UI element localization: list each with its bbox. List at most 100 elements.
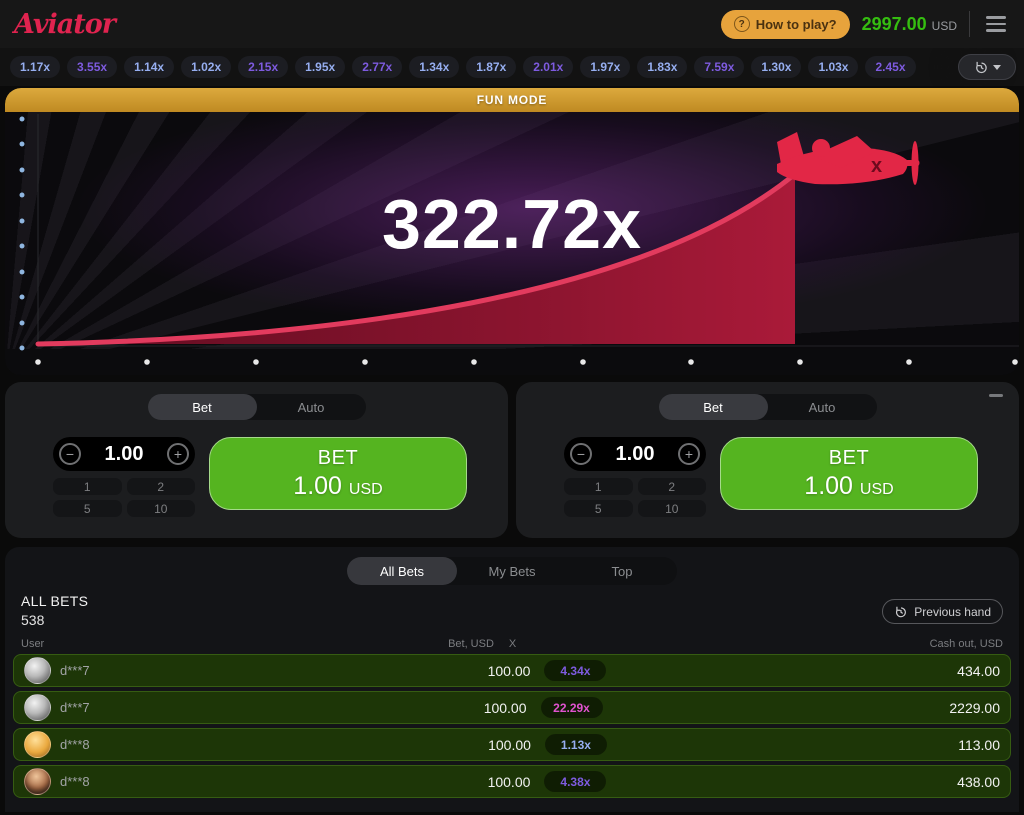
- balance-amount: 2997.00: [862, 14, 927, 35]
- bet-button[interactable]: BET 1.00 USD: [720, 437, 978, 510]
- quick-amount-1[interactable]: 1: [53, 478, 122, 495]
- table-header: User Bet, USD X Cash out, USD: [5, 628, 1019, 654]
- balance-currency: USD: [932, 19, 957, 33]
- tab-auto[interactable]: Auto: [257, 394, 366, 420]
- menu-icon[interactable]: [982, 12, 1010, 36]
- avatar: [24, 657, 51, 684]
- divider: [969, 11, 970, 37]
- increase-button[interactable]: +: [167, 443, 189, 465]
- bottom-axis-band: [5, 349, 1019, 375]
- balance: 2997.00 USD: [862, 14, 957, 35]
- avatar: [24, 768, 51, 795]
- amount-value[interactable]: 1.00: [616, 443, 655, 466]
- tab-my-bets[interactable]: My Bets: [457, 557, 567, 585]
- row-username: d***8: [60, 774, 90, 789]
- history-chip[interactable]: 1.97x: [580, 56, 630, 78]
- row-username: d***8: [60, 737, 90, 752]
- row-bet: 100.00: [441, 737, 531, 753]
- history-chip[interactable]: 3.55x: [67, 56, 117, 78]
- bet-button-label: BET: [829, 447, 869, 470]
- history-chip[interactable]: 2.77x: [352, 56, 402, 78]
- row-cashout: 438.00: [957, 774, 1000, 790]
- bets-section: All Bets My Bets Top ALL BETS 538 Previo…: [5, 547, 1019, 812]
- bet-button-amount: 1.00: [293, 472, 342, 500]
- current-multiplier: 322.72x: [5, 184, 1019, 264]
- history-chip[interactable]: 1.95x: [295, 56, 345, 78]
- history-chip[interactable]: 1.87x: [466, 56, 516, 78]
- history-chip[interactable]: 7.59x: [694, 56, 744, 78]
- bet-button-currency: USD: [349, 481, 383, 498]
- avatar: [24, 694, 51, 721]
- tab-bet[interactable]: Bet: [148, 394, 257, 420]
- table-row: d***8 100.00 4.38x 438.00: [13, 765, 1011, 798]
- avatar: [24, 731, 51, 758]
- col-cashout: Cash out, USD: [930, 638, 1003, 650]
- header-right: ? How to play? 2997.00 USD: [721, 10, 1010, 39]
- row-username: d***7: [60, 700, 90, 715]
- quick-amount-10[interactable]: 10: [127, 500, 196, 517]
- tab-all-bets[interactable]: All Bets: [347, 557, 457, 585]
- history-chip[interactable]: 2.45x: [865, 56, 915, 78]
- row-multiplier-chip: 4.34x: [544, 660, 606, 681]
- history-dropdown-button[interactable]: [958, 54, 1016, 80]
- history-chip[interactable]: 1.17x: [10, 56, 60, 78]
- history-chip[interactable]: 1.02x: [181, 56, 231, 78]
- quick-amount-1[interactable]: 1: [564, 478, 633, 495]
- quick-amounts: 1 2 5 10: [53, 478, 195, 517]
- row-multiplier-chip: 4.38x: [544, 771, 606, 792]
- remove-panel-icon[interactable]: [989, 394, 1003, 397]
- bets-tabs: All Bets My Bets Top: [347, 557, 677, 585]
- decrease-button[interactable]: −: [59, 443, 81, 465]
- bet-button-currency: USD: [860, 481, 894, 498]
- amount-stepper: − 1.00 +: [564, 437, 706, 471]
- quick-amounts: 1 2 5 10: [564, 478, 706, 517]
- table-row: d***7 100.00 4.34x 434.00: [13, 654, 1011, 687]
- bet-button-amount: 1.00: [804, 472, 853, 500]
- row-multiplier-chip: 1.13x: [545, 734, 607, 755]
- row-cashout: 2229.00: [949, 700, 1000, 716]
- bet-panel-2: Bet Auto − 1.00 + 1 2 5 10 BET: [516, 382, 1019, 538]
- fun-mode-banner: FUN MODE: [5, 88, 1019, 112]
- history-chip[interactable]: 1.14x: [124, 56, 174, 78]
- tab-bet[interactable]: Bet: [659, 394, 768, 420]
- history-clock-icon: [894, 605, 908, 619]
- svg-text:x: x: [871, 155, 882, 177]
- quick-amount-2[interactable]: 2: [127, 478, 196, 495]
- all-bets-count: 538: [21, 612, 1003, 628]
- how-to-play-label: How to play?: [756, 17, 837, 32]
- top-bar: Aviator ? How to play? 2997.00 USD: [0, 0, 1024, 48]
- how-to-play-button[interactable]: ? How to play?: [721, 10, 850, 39]
- bet-mode-tabs: Bet Auto: [148, 394, 366, 420]
- row-username: d***7: [60, 663, 90, 678]
- multiplier-history: 1.17x 3.55x 1.14x 1.02x 2.15x 1.95x 2.77…: [0, 48, 1024, 86]
- bet-panels: Bet Auto − 1.00 + 1 2 5 10 BET: [5, 382, 1019, 538]
- all-bets-title: ALL BETS: [21, 593, 1003, 609]
- bet-mode-tabs: Bet Auto: [659, 394, 877, 420]
- bet-button[interactable]: BET 1.00 USD: [209, 437, 467, 510]
- row-cashout: 434.00: [957, 663, 1000, 679]
- amount-value[interactable]: 1.00: [105, 443, 144, 466]
- col-x: X: [494, 638, 570, 650]
- history-chip[interactable]: 2.15x: [238, 56, 288, 78]
- bet-button-label: BET: [318, 447, 358, 470]
- increase-button[interactable]: +: [678, 443, 700, 465]
- quick-amount-5[interactable]: 5: [564, 500, 633, 517]
- col-bet: Bet, USD: [404, 638, 494, 650]
- quick-amount-10[interactable]: 10: [638, 500, 707, 517]
- history-chip[interactable]: 1.03x: [808, 56, 858, 78]
- previous-hand-label: Previous hand: [914, 605, 991, 619]
- quick-amount-2[interactable]: 2: [638, 478, 707, 495]
- decrease-button[interactable]: −: [570, 443, 592, 465]
- previous-hand-button[interactable]: Previous hand: [882, 599, 1003, 624]
- history-chip[interactable]: 1.83x: [637, 56, 687, 78]
- quick-amount-5[interactable]: 5: [53, 500, 122, 517]
- history-chip[interactable]: 1.34x: [409, 56, 459, 78]
- tab-auto[interactable]: Auto: [768, 394, 877, 420]
- table-row: d***8 100.00 1.13x 113.00: [13, 728, 1011, 761]
- history-chip[interactable]: 2.01x: [523, 56, 573, 78]
- history-chip[interactable]: 1.30x: [751, 56, 801, 78]
- row-bet: 100.00: [437, 700, 527, 716]
- col-user: User: [21, 638, 44, 650]
- tab-top[interactable]: Top: [567, 557, 677, 585]
- row-bet: 100.00: [440, 774, 530, 790]
